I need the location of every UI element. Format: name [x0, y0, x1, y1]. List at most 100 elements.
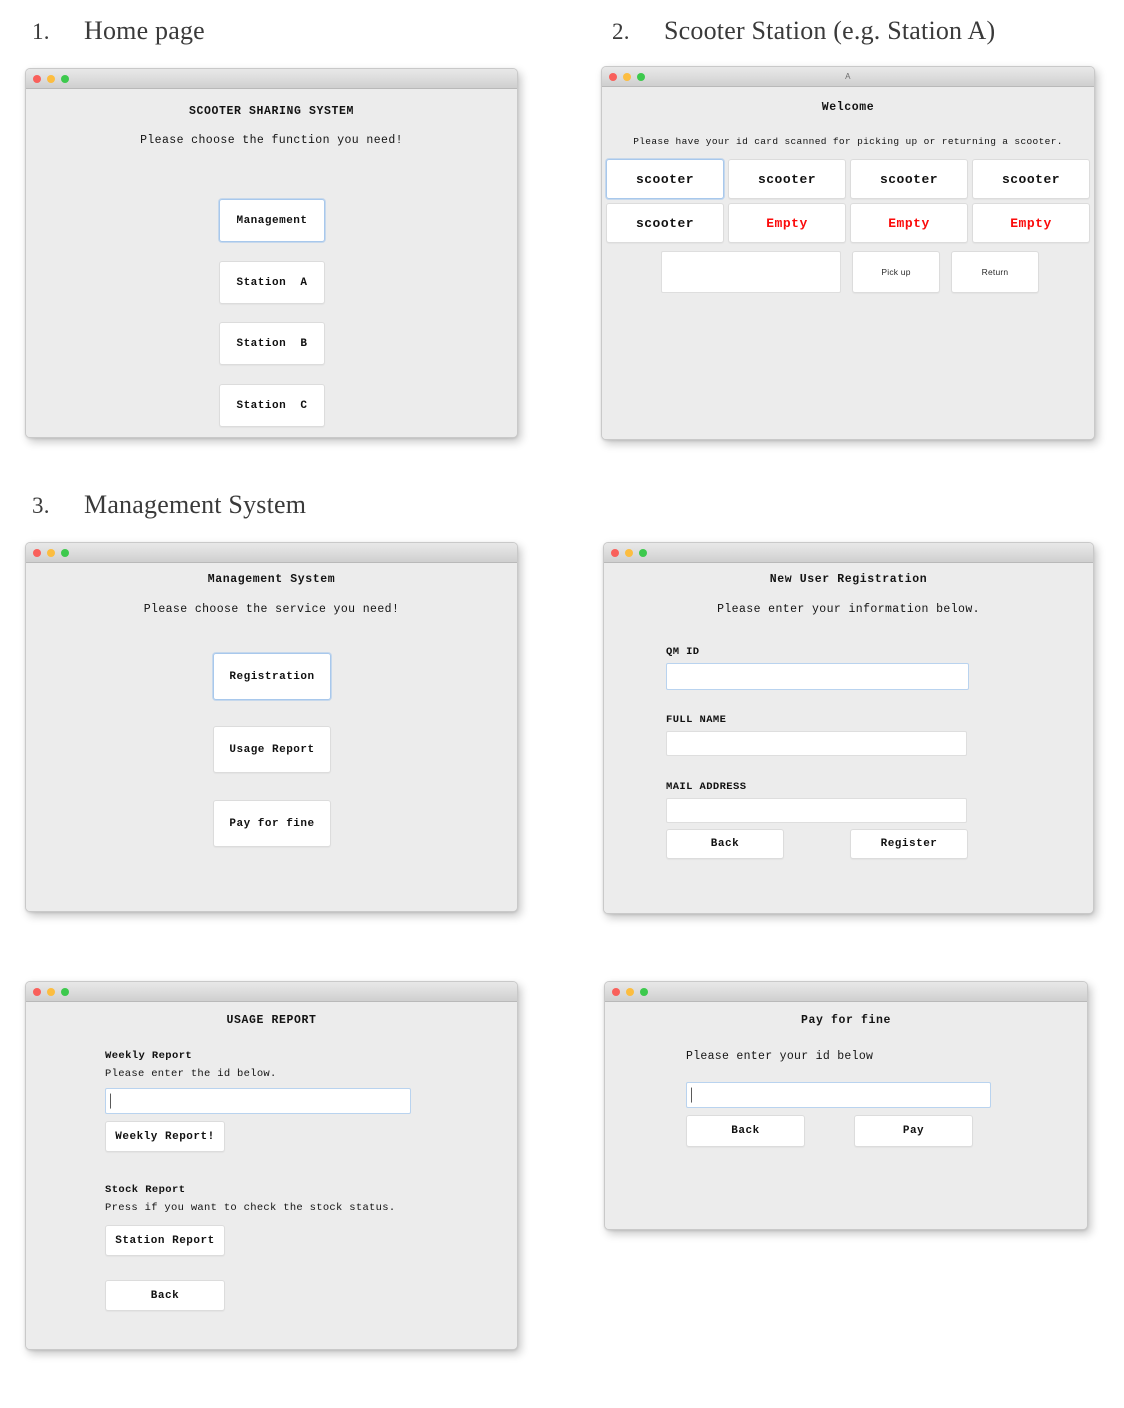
window-body: New User Registration Please enter your … — [604, 563, 1093, 913]
window-body: Welcome Please have your id card scanned… — [602, 87, 1094, 439]
pick-up-button[interactable]: Pick up — [852, 251, 940, 293]
page-title: Welcome — [821, 101, 875, 114]
scooter-station-window: A Welcome Please have your id card scann… — [601, 66, 1095, 440]
return-button[interactable]: Return — [951, 251, 1039, 293]
traffic-lights — [611, 548, 647, 557]
close-icon[interactable] — [33, 987, 41, 996]
full-name-input[interactable] — [666, 731, 967, 756]
weekly-report-label: Weekly Report — [105, 1050, 193, 1062]
back-button[interactable]: Back — [666, 829, 784, 859]
pay-fine-instruction: Please enter your id below — [686, 1050, 874, 1063]
section-number: 1. — [32, 19, 50, 44]
register-button[interactable]: Register — [850, 829, 968, 859]
section-heading-3: 3. Management System — [32, 490, 306, 520]
pay-fine-id-input[interactable] — [686, 1082, 991, 1108]
scooter-slot-4[interactable]: scooter — [972, 159, 1090, 199]
minimize-icon[interactable] — [625, 548, 633, 557]
minimize-icon[interactable] — [623, 72, 631, 81]
traffic-lights — [33, 74, 69, 83]
close-icon[interactable] — [33, 74, 41, 83]
titlebar: A — [602, 67, 1094, 87]
section-number: 3. — [32, 493, 50, 518]
weekly-report-id-input[interactable] — [105, 1088, 411, 1114]
page-title: Pay for fine — [800, 1014, 891, 1027]
station-b-button[interactable]: Station B — [219, 322, 325, 365]
home-page-window: SCOOTER SHARING SYSTEM Please choose the… — [25, 68, 518, 438]
maximize-icon[interactable] — [61, 74, 69, 83]
maximize-icon[interactable] — [637, 72, 645, 81]
traffic-lights — [609, 72, 645, 81]
page-subtitle: Please choose the service you need! — [143, 603, 400, 616]
traffic-lights — [33, 548, 69, 557]
close-icon[interactable] — [609, 72, 617, 81]
usage-report-window: USAGE REPORT Weekly Report Please enter … — [25, 981, 518, 1350]
scooter-slot-3[interactable]: scooter — [850, 159, 968, 199]
window-title: A — [845, 72, 851, 81]
scooter-slot-6[interactable]: Empty — [728, 203, 846, 243]
section-title: Home page — [84, 16, 205, 45]
back-button[interactable]: Back — [686, 1115, 805, 1147]
scooter-slot-8[interactable]: Empty — [972, 203, 1090, 243]
maximize-icon[interactable] — [61, 987, 69, 996]
maximize-icon[interactable] — [639, 548, 647, 557]
window-body: SCOOTER SHARING SYSTEM Please choose the… — [26, 89, 517, 437]
titlebar — [26, 982, 517, 1002]
window-body: USAGE REPORT Weekly Report Please enter … — [26, 1002, 517, 1349]
minimize-icon[interactable] — [626, 987, 634, 996]
page-title: SCOOTER SHARING SYSTEM — [188, 105, 355, 118]
minimize-icon[interactable] — [47, 987, 55, 996]
registration-button[interactable]: Registration — [213, 653, 331, 700]
section-title: Scooter Station (e.g. Station A) — [664, 16, 996, 45]
station-report-button[interactable]: Station Report — [105, 1225, 225, 1256]
page-subtitle: Please have your id card scanned for pic… — [633, 136, 1063, 147]
weekly-report-instruction: Please enter the id below. — [105, 1068, 277, 1080]
qm-id-label: QM ID — [666, 646, 700, 658]
section-title: Management System — [84, 490, 307, 519]
pay-for-fine-button[interactable]: Pay for fine — [213, 800, 331, 847]
scooter-slot-2[interactable]: scooter — [728, 159, 846, 199]
full-name-label: FULL NAME — [666, 714, 727, 726]
titlebar — [605, 982, 1087, 1002]
text-caret — [110, 1093, 111, 1109]
page-subtitle: Please choose the function you need! — [140, 134, 403, 147]
close-icon[interactable] — [611, 548, 619, 557]
mail-address-label: MAIL ADDRESS — [666, 781, 747, 793]
scooter-slot-5[interactable]: scooter — [606, 203, 724, 243]
scooter-slot-1[interactable]: scooter — [606, 159, 724, 199]
close-icon[interactable] — [33, 548, 41, 557]
titlebar — [26, 69, 517, 89]
back-button[interactable]: Back — [105, 1280, 225, 1311]
management-system-window: Management System Please choose the serv… — [25, 542, 518, 912]
titlebar — [26, 543, 517, 563]
stock-report-label: Stock Report — [105, 1184, 186, 1196]
traffic-lights — [33, 987, 69, 996]
qm-id-input[interactable] — [666, 663, 969, 690]
titlebar — [604, 543, 1093, 563]
mail-address-input[interactable] — [666, 798, 967, 823]
maximize-icon[interactable] — [61, 548, 69, 557]
window-body: Management System Please choose the serv… — [26, 563, 517, 911]
page-title: Management System — [207, 573, 336, 586]
id-card-input[interactable] — [661, 251, 841, 293]
station-c-button[interactable]: Station C — [219, 384, 325, 427]
station-a-button[interactable]: Station A — [219, 261, 325, 304]
stock-report-instruction: Press if you want to check the stock sta… — [105, 1202, 396, 1214]
page-title: USAGE REPORT — [226, 1014, 317, 1027]
section-number: 2. — [612, 19, 630, 44]
minimize-icon[interactable] — [47, 74, 55, 83]
window-body: Pay for fine Please enter your id below … — [605, 1002, 1087, 1229]
weekly-report-button[interactable]: Weekly Report! — [105, 1121, 225, 1152]
registration-window: New User Registration Please enter your … — [603, 542, 1094, 914]
minimize-icon[interactable] — [47, 548, 55, 557]
page-subtitle: Please enter your information below. — [717, 603, 980, 616]
text-caret — [691, 1087, 692, 1103]
close-icon[interactable] — [612, 987, 620, 996]
management-button[interactable]: Management — [219, 199, 325, 242]
page-title: New User Registration — [769, 573, 928, 586]
section-heading-1: 1. Home page — [32, 16, 205, 46]
pay-for-fine-window: Pay for fine Please enter your id below … — [604, 981, 1088, 1230]
usage-report-button[interactable]: Usage Report — [213, 726, 331, 773]
maximize-icon[interactable] — [640, 987, 648, 996]
scooter-slot-7[interactable]: Empty — [850, 203, 968, 243]
pay-button[interactable]: Pay — [854, 1115, 973, 1147]
